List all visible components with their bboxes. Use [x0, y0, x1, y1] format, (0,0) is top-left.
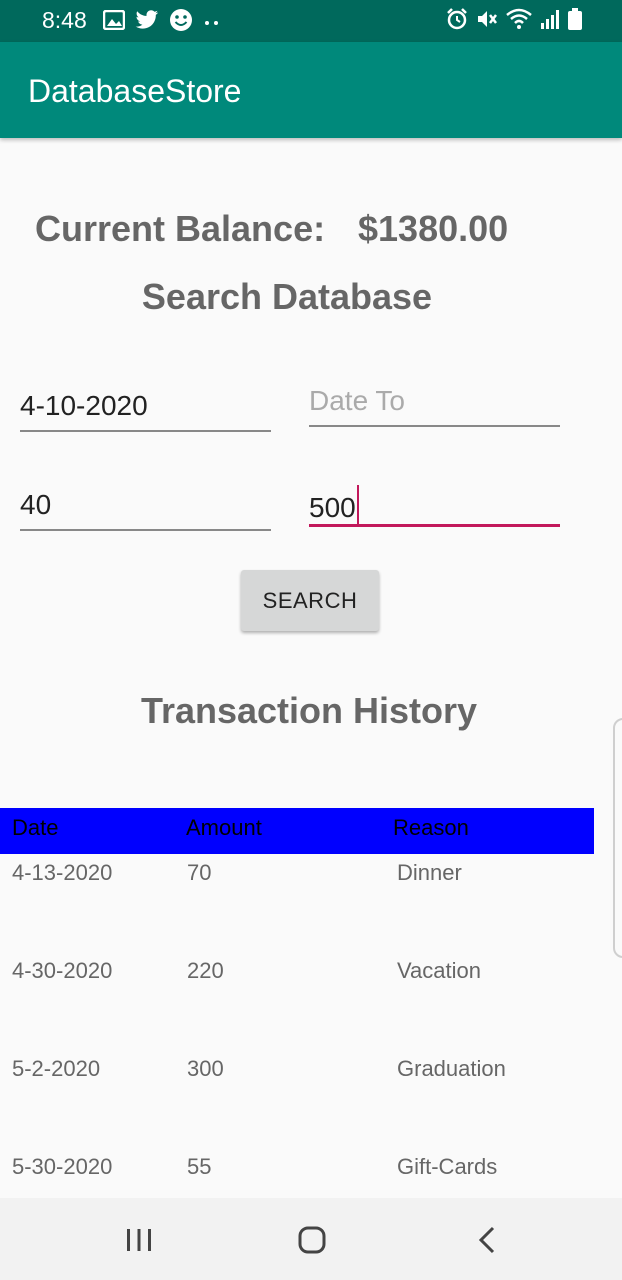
row-date: 4-30-2020	[12, 958, 113, 983]
amount-max-value: 500	[309, 492, 356, 523]
row-reason: Graduation	[397, 1056, 506, 1081]
image-icon	[102, 9, 126, 35]
signal-icon	[540, 9, 560, 34]
date-from-input[interactable]: 4-10-2020	[20, 382, 271, 432]
row-date: 5-2-2020	[12, 1056, 101, 1081]
table-row: 5-30-2020 55 Gift-Cards	[0, 1154, 594, 1200]
navigation-bar	[0, 1198, 622, 1280]
row-amount: 220	[187, 958, 224, 983]
date-to-placeholder: Date To	[309, 385, 405, 416]
mute-icon	[476, 8, 498, 35]
search-title: Search Database	[141, 276, 433, 317]
alarm-icon	[446, 8, 468, 35]
search-button[interactable]: SEARCH	[241, 570, 379, 631]
row-reason: Dinner	[397, 860, 462, 885]
app-bar: DatabaseStore	[0, 42, 622, 138]
wifi-icon	[506, 8, 532, 35]
balance-label: Current Balance:	[35, 208, 326, 249]
back-icon	[465, 1226, 509, 1266]
text-cursor	[356, 485, 359, 525]
row-amount: 300	[187, 1056, 224, 1081]
smiley-icon	[169, 8, 193, 37]
status-notification-icons	[102, 8, 221, 37]
amount-min-value: 40	[20, 489, 52, 520]
history-title: Transaction History	[140, 690, 478, 731]
amount-max-input[interactable]: 500	[309, 477, 560, 527]
table-header: Date Amount Reason	[0, 808, 594, 854]
date-from-value: 4-10-2020	[20, 390, 148, 421]
column-header-reason: Reason	[393, 815, 469, 840]
table-row: 5-2-2020 300 Graduation	[0, 1056, 594, 1102]
row-date: 5-30-2020	[12, 1154, 113, 1179]
home-icon	[290, 1226, 334, 1266]
recent-apps-icon	[117, 1229, 161, 1266]
row-amount: 70	[187, 860, 212, 885]
status-bar: 8:48	[0, 0, 622, 42]
row-reason: Vacation	[397, 958, 481, 983]
row-date: 4-13-2020	[12, 860, 113, 885]
status-system-icons	[446, 8, 582, 35]
home-button[interactable]	[290, 1218, 334, 1262]
app-title: DatabaseStore	[28, 73, 242, 109]
scroll-handle[interactable]	[613, 718, 622, 958]
status-time: 8:48	[42, 7, 87, 33]
more-dots-icon	[203, 14, 221, 32]
amount-min-input[interactable]: 40	[20, 481, 271, 531]
column-header-date: Date	[12, 815, 59, 840]
back-button[interactable]	[465, 1218, 509, 1262]
row-reason: Gift-Cards	[397, 1154, 498, 1179]
table-row: 4-30-2020 220 Vacation	[0, 958, 594, 1004]
date-to-input[interactable]: Date To	[309, 377, 560, 427]
balance-value: $1380.00	[358, 208, 509, 249]
twitter-icon	[135, 10, 159, 35]
row-amount: 55	[187, 1154, 212, 1179]
battery-icon	[568, 8, 582, 35]
recent-apps-button[interactable]	[117, 1218, 161, 1262]
table-row: 4-13-2020 70 Dinner	[0, 860, 594, 906]
column-header-amount: Amount	[186, 815, 262, 840]
